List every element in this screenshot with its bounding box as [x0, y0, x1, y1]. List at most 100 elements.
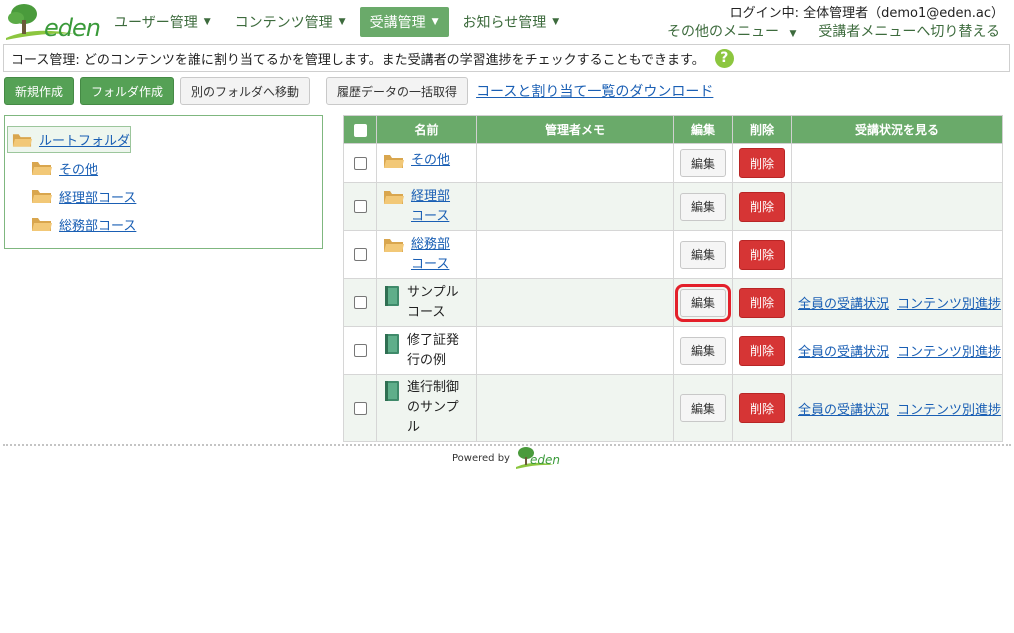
- tree-item-accounting[interactable]: 経理部コース: [31, 186, 136, 206]
- edit-cell: 編集: [673, 374, 733, 442]
- row-checkbox[interactable]: [353, 156, 367, 170]
- memo-cell: [476, 278, 674, 327]
- eden-logo[interactable]: eden: [4, 2, 101, 42]
- delete-cell: 削除: [732, 182, 792, 231]
- tree-item-label[interactable]: その他: [59, 159, 98, 178]
- tree-item-label[interactable]: 総務部コース: [59, 215, 136, 234]
- name-line: 修了証発: [407, 332, 460, 348]
- item-name[interactable]: その他: [411, 151, 450, 171]
- edit-button[interactable]: 編集: [675, 283, 731, 322]
- login-info: ログイン中: 全体管理者（demo1@eden.ac）: [729, 6, 1004, 21]
- edit-cell: 編集: [673, 278, 733, 327]
- help-icon[interactable]: ?: [714, 48, 734, 68]
- name-line: その他: [411, 152, 451, 168]
- name-cell: 修了証発 行の例: [376, 326, 477, 375]
- status-links: 全員の受講状況 コンテンツ別進捗: [792, 399, 1002, 418]
- row-checkbox[interactable]: [353, 296, 367, 309]
- folder-open-icon: [32, 162, 52, 175]
- all-status-link[interactable]: 全員の受講状況: [798, 293, 889, 312]
- memo-cell: [476, 326, 674, 375]
- delete-button[interactable]: 削除: [739, 148, 785, 178]
- all-status-link[interactable]: 全員の受講状況: [798, 399, 889, 418]
- delete-button[interactable]: 削除: [739, 393, 785, 423]
- edit-button[interactable]: 編集: [680, 240, 726, 269]
- name-cell: その他: [376, 143, 477, 183]
- bulk-history-button[interactable]: 履歴データの一括取得: [326, 77, 469, 105]
- content-progress-link[interactable]: コンテンツ別進捗: [897, 399, 1001, 418]
- status-links: 全員の受講状況 コンテンツ別進捗: [792, 341, 1002, 360]
- name-line: コース: [411, 256, 450, 272]
- tree-root-label[interactable]: ルートフォルダ: [39, 130, 130, 149]
- page-description: コース管理: どのコンテンツを誰に割り当てるかを管理します。また受講者の学習進捗…: [11, 52, 705, 68]
- row-checkbox[interactable]: [353, 200, 367, 213]
- nav-course-management[interactable]: 受講管理 ▼: [359, 7, 449, 37]
- row-checkbox[interactable]: [353, 344, 367, 357]
- folder-tree: ルートフォルダ その他 経理部コース 総務部コース: [4, 115, 323, 249]
- item-name[interactable]: 経理部 コース: [411, 187, 450, 227]
- row-checkbox-cell: [343, 374, 377, 442]
- edit-cell: 編集: [673, 326, 733, 375]
- header: eden ユーザー管理 ▼ コンテンツ管理 ▼ 受講管理 ▼ お知らせ管理 ▼ …: [0, 0, 1014, 42]
- tree-item-label[interactable]: 経理部コース: [59, 187, 136, 206]
- other-menu-dropdown[interactable]: その他のメニュー ▼: [667, 21, 796, 41]
- status-links: 全員の受講状況 コンテンツ別進捗: [792, 293, 1002, 312]
- delete-button[interactable]: 削除: [739, 191, 785, 222]
- toolbar: 新規作成 フォルダ作成 別のフォルダへ移動 履歴データの一括取得 コースと割り当…: [4, 76, 713, 106]
- nav-content-management[interactable]: コンテンツ管理 ▼: [225, 7, 356, 37]
- name-cell: 進行制御 のサンプル: [376, 374, 477, 442]
- header-edit: 編集: [673, 115, 733, 144]
- delete-button[interactable]: 削除: [739, 335, 785, 366]
- download-course-list-link[interactable]: コースと割り当て一覧のダウンロード: [476, 81, 713, 101]
- all-status-link[interactable]: 全員の受講状況: [798, 341, 889, 360]
- new-button[interactable]: 新規作成: [4, 77, 75, 105]
- row-checkbox-cell: [343, 230, 377, 279]
- table-row: その他 編集 削除: [343, 143, 1003, 183]
- edit-button[interactable]: 編集: [680, 192, 726, 221]
- memo-cell: [476, 230, 674, 279]
- status-cell: 全員の受講状況 コンテンツ別進捗: [791, 374, 1003, 442]
- folder-open-icon: [384, 154, 404, 168]
- folder-open-icon: [32, 190, 52, 203]
- memo-cell: [476, 182, 674, 231]
- folder-icon-wrap: [383, 153, 405, 176]
- book-icon: [385, 285, 399, 306]
- status-cell: [791, 230, 1003, 279]
- move-folder-button[interactable]: 別のフォルダへ移動: [180, 77, 311, 105]
- edit-button[interactable]: 編集: [680, 149, 726, 177]
- caret-down-icon: ▼: [789, 29, 797, 39]
- create-folder-button[interactable]: フォルダ作成: [80, 77, 175, 105]
- select-all-checkbox[interactable]: [353, 123, 367, 137]
- footer: Powered by eden: [452, 446, 566, 470]
- row-checkbox-cell: [343, 143, 377, 183]
- content-progress-link[interactable]: コンテンツ別進捗: [897, 293, 1001, 312]
- delete-button[interactable]: 削除: [739, 239, 785, 270]
- name-line: 進行制御: [407, 380, 460, 395]
- powered-by-text: Powered by: [452, 452, 510, 464]
- switch-to-learner-menu[interactable]: 受講者メニューへ切り替える: [818, 21, 1000, 41]
- row-checkbox[interactable]: [353, 401, 367, 415]
- table-row: 経理部 コース 編集 削除: [343, 182, 1003, 231]
- edit-cell: 編集: [673, 182, 733, 231]
- nav-user-management[interactable]: ユーザー管理 ▼: [104, 7, 221, 37]
- tree-item-general-affairs[interactable]: 総務部コース: [31, 214, 136, 234]
- caret-down-icon: ▼: [431, 17, 439, 27]
- table-header-row: 名前 管理者メモ 編集 削除 受講状況を見る: [343, 115, 1003, 144]
- row-checkbox-cell: [343, 326, 377, 375]
- edit-button[interactable]: 編集: [680, 394, 726, 422]
- tree-item-other[interactable]: その他: [31, 158, 98, 178]
- main-nav: ユーザー管理 ▼ コンテンツ管理 ▼ 受講管理 ▼ お知らせ管理 ▼: [104, 7, 573, 37]
- row-checkbox[interactable]: [353, 248, 367, 261]
- delete-button[interactable]: 削除: [739, 287, 785, 318]
- name-line: のサンプル: [407, 400, 459, 435]
- content-progress-link[interactable]: コンテンツ別進捗: [897, 341, 1001, 360]
- name-line: 行の例: [407, 352, 447, 368]
- nav-notice-management[interactable]: お知らせ管理 ▼: [453, 7, 570, 37]
- item-name: サンプル コース: [407, 283, 459, 323]
- table-row: サンプル コース 編集 削除 全員の受講状況 コンテンツ別進捗: [343, 278, 1003, 327]
- row-checkbox-cell: [343, 182, 377, 231]
- table-row: 修了証発行の例 編集 削除 全員の受講状況 コンテンツ別進捗: [343, 326, 1003, 375]
- nav-label: ユーザー管理: [114, 15, 198, 31]
- item-name[interactable]: 総務部 コース: [411, 235, 450, 275]
- edit-button[interactable]: 編集: [680, 336, 726, 365]
- tree-root-folder[interactable]: ルートフォルダ: [7, 126, 131, 153]
